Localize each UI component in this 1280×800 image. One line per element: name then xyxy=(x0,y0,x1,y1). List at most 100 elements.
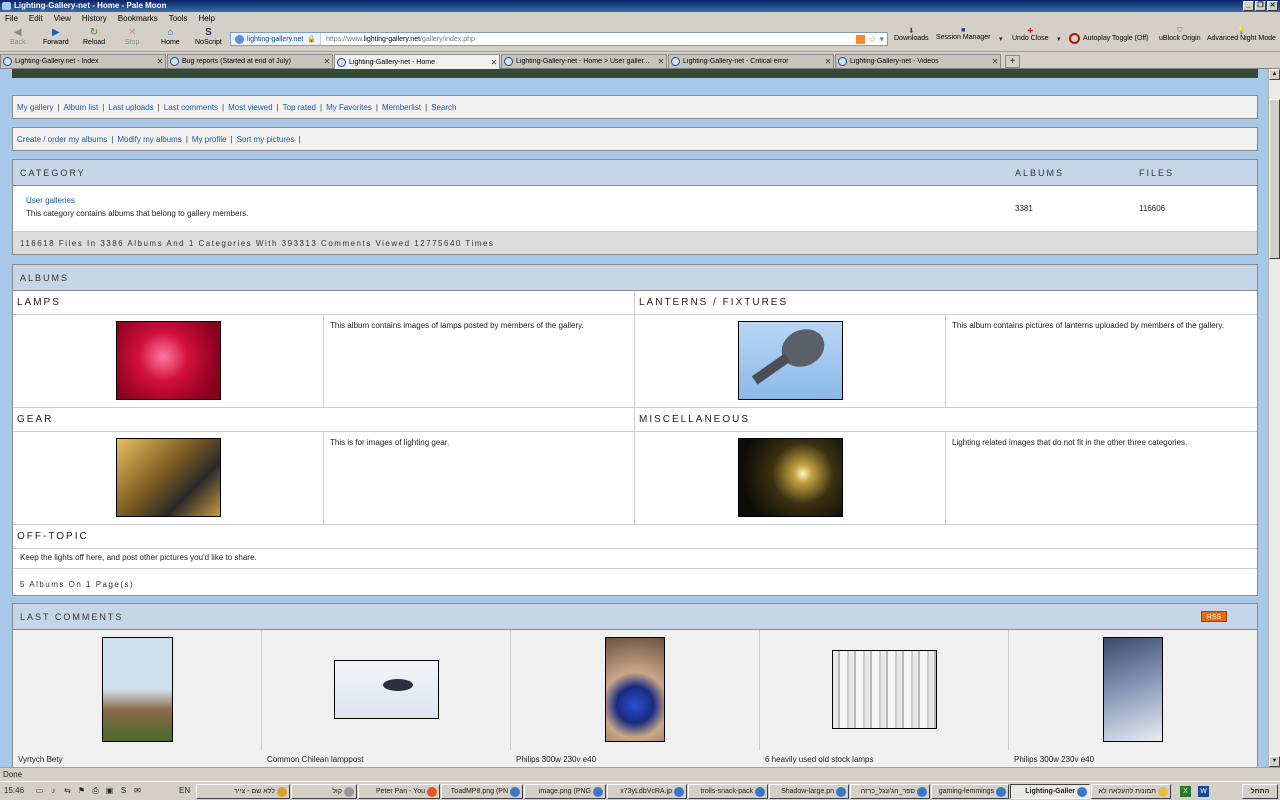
excel-icon[interactable]: X xyxy=(1180,786,1191,797)
language-indicator[interactable]: EN xyxy=(179,786,190,795)
comment-caption[interactable]: Vyrtych Bety xyxy=(18,755,63,764)
menu-file[interactable]: File xyxy=(5,14,18,23)
close-tab-icon[interactable]: ✕ xyxy=(823,57,833,66)
session-manager-button[interactable]: ■ Session Manager xyxy=(936,27,990,41)
album-title-off-topic[interactable]: OFF-TOPIC xyxy=(13,525,1257,549)
scrollbar-thumb[interactable] xyxy=(1269,99,1280,259)
taskbar-item[interactable]: Peter Pan - You xyxy=(358,784,440,799)
skype-icon[interactable]: S xyxy=(118,785,129,796)
autoplay-toggle-button[interactable]: Autoplay Toggle (Off) xyxy=(1069,33,1149,44)
nav-my-favorites[interactable]: My Favorites xyxy=(326,103,372,112)
album-thumbnail-lanterns[interactable] xyxy=(738,321,843,400)
taskbar-item[interactable]: x73yLdbVcRA.jp xyxy=(607,784,687,799)
tab-index[interactable]: Lighting-Gallery.net - Index ✕ xyxy=(0,54,166,68)
tab-videos[interactable]: Lighting-Gallery-net - Videos ✕ xyxy=(835,54,1001,68)
comment-caption[interactable]: 6 heavily used old stock lamps xyxy=(765,755,874,764)
nav-memberlist[interactable]: Memberlist xyxy=(382,103,421,112)
close-window-button[interactable]: ✕ xyxy=(1267,1,1278,11)
page-scrollbar[interactable]: ▲ ▼ xyxy=(1268,69,1280,767)
taskbar-item[interactable]: ToadMP8.png (PN xyxy=(441,784,523,799)
comment-caption[interactable]: Philips 300w 230v e40 xyxy=(516,755,596,764)
close-tab-icon[interactable]: ✕ xyxy=(489,58,499,67)
album-thumbnail-lamps[interactable] xyxy=(116,321,221,400)
taskbar-item[interactable]: ספר_הג'ונגל_כרזה xyxy=(850,784,930,799)
album-title-lamps[interactable]: LAMPS xyxy=(13,291,634,315)
nav-my-profile[interactable]: My profile xyxy=(192,135,227,144)
url-bar[interactable]: lighting-gallery.net 🔒 https://www.light… xyxy=(230,32,888,46)
bookmark-star-icon[interactable]: ☆ xyxy=(868,34,876,45)
tab-user-galleries[interactable]: Lighting-Gallery-net - Home > User galle… xyxy=(501,54,667,68)
session-dropdown-icon[interactable]: ▾ xyxy=(999,35,1003,43)
night-mode-button[interactable]: 💡 Advanced Night Mode xyxy=(1207,27,1276,42)
tab-critical-error[interactable]: Lighting-Gallery-net - Critical error ✕ xyxy=(668,54,834,68)
scroll-up-icon[interactable]: ▲ xyxy=(1269,69,1280,80)
taskbar-item[interactable]: ללא שם - צייר xyxy=(196,784,290,799)
app-tray-icon[interactable]: ▣ xyxy=(104,785,115,796)
taskbar-item[interactable]: gaming-lemmings xyxy=(931,784,1009,799)
comment-thumbnail[interactable] xyxy=(102,637,173,742)
dropdown-arrow-icon[interactable]: ▾ xyxy=(879,34,884,45)
minimize-button[interactable]: _ xyxy=(1243,1,1254,11)
taskbar-item[interactable]: image.png (PNG xyxy=(524,784,606,799)
taskbar-item-active[interactable]: Lighting-Galler xyxy=(1010,784,1090,799)
nav-my-gallery[interactable]: My gallery xyxy=(17,103,53,112)
ublock-button[interactable]: ⛉ uBlock Origin xyxy=(1159,27,1201,42)
forward-button[interactable]: ▶ Forward xyxy=(43,27,69,46)
nav-top-rated[interactable]: Top rated xyxy=(283,103,316,112)
nav-last-uploads[interactable]: Last uploads xyxy=(108,103,153,112)
menu-history[interactable]: History xyxy=(82,14,107,23)
volume-icon[interactable]: ♪ xyxy=(48,785,59,796)
scroll-down-icon[interactable]: ▼ xyxy=(1269,756,1280,767)
word-icon[interactable]: W xyxy=(1198,786,1209,797)
close-tab-icon[interactable]: ✕ xyxy=(656,57,666,66)
taskbar-item[interactable]: trolls-snack-pack xyxy=(688,784,768,799)
tab-bug-reports[interactable]: Bug reports (Started at end of July) ✕ xyxy=(167,54,333,68)
taskbar-item[interactable]: תמונות להעלאה לא xyxy=(1091,784,1171,799)
menu-tools[interactable]: Tools xyxy=(169,14,188,23)
nav-album-list[interactable]: Album list xyxy=(64,103,99,112)
display-icon[interactable]: ▭ xyxy=(34,785,45,796)
category-link-user-galleries[interactable]: User galleries xyxy=(26,196,75,205)
comment-thumbnail[interactable] xyxy=(605,637,665,742)
nav-sort-pictures[interactable]: Sort my pictures xyxy=(237,135,295,144)
menu-bookmarks[interactable]: Bookmarks xyxy=(118,14,158,23)
new-tab-button[interactable]: + xyxy=(1005,55,1020,68)
comment-caption[interactable]: Philips 300w 230v e40 xyxy=(1014,755,1094,764)
nav-modify-albums[interactable]: Modify my albums xyxy=(117,135,181,144)
close-tab-icon[interactable]: ✕ xyxy=(155,57,165,66)
album-title-miscellaneous[interactable]: MISCELLANEOUS xyxy=(635,408,1257,432)
network-icon[interactable]: ⇆ xyxy=(62,785,73,796)
comment-thumbnail[interactable] xyxy=(1103,637,1163,742)
taskbar-item[interactable]: קול xyxy=(291,784,357,799)
site-identity[interactable]: lighting-gallery.net 🔒 xyxy=(231,33,322,45)
close-tab-icon[interactable]: ✕ xyxy=(990,57,1000,66)
close-tab-icon[interactable]: ✕ xyxy=(322,57,332,66)
nav-create-order-albums[interactable]: Create / order my albums xyxy=(17,135,107,144)
undo-close-button[interactable]: ✚ Undo Close xyxy=(1012,27,1049,42)
nav-search[interactable]: Search xyxy=(431,103,456,112)
reload-button[interactable]: ↻ Reload xyxy=(83,27,105,46)
comment-caption[interactable]: Common Chilean lamppost xyxy=(267,755,364,764)
mail-icon[interactable]: ✉ xyxy=(132,785,143,796)
menu-edit[interactable]: Edit xyxy=(29,14,43,23)
comment-thumbnail[interactable] xyxy=(832,650,937,729)
url-text[interactable]: https://www.lighting-gallery.net/gallery… xyxy=(321,36,856,43)
stop-button[interactable]: ✕ Stop xyxy=(125,27,139,46)
album-thumbnail-gear[interactable] xyxy=(116,438,221,517)
downloads-button[interactable]: ⬇ Downloads xyxy=(894,27,929,42)
comment-thumbnail[interactable] xyxy=(334,660,439,719)
nav-last-comments[interactable]: Last comments xyxy=(164,103,218,112)
printer-icon[interactable]: ⎙ xyxy=(90,785,101,796)
menu-help[interactable]: Help xyxy=(198,14,214,23)
noscript-button[interactable]: S NoScript xyxy=(195,27,222,46)
feed-icon[interactable] xyxy=(856,34,866,44)
home-button[interactable]: ⌂ Home xyxy=(161,27,180,46)
album-title-lanterns[interactable]: LANTERNS / FIXTURES xyxy=(635,291,1257,315)
album-title-gear[interactable]: GEAR xyxy=(13,408,634,432)
album-thumbnail-miscellaneous[interactable] xyxy=(738,438,843,517)
undo-dropdown-icon[interactable]: ▾ xyxy=(1057,35,1061,43)
taskbar-item[interactable]: Shadow-large.pn xyxy=(769,784,849,799)
nav-most-viewed[interactable]: Most viewed xyxy=(228,103,272,112)
taskbar-clock[interactable]: 15:46 xyxy=(4,786,24,795)
menu-view[interactable]: View xyxy=(54,14,71,23)
